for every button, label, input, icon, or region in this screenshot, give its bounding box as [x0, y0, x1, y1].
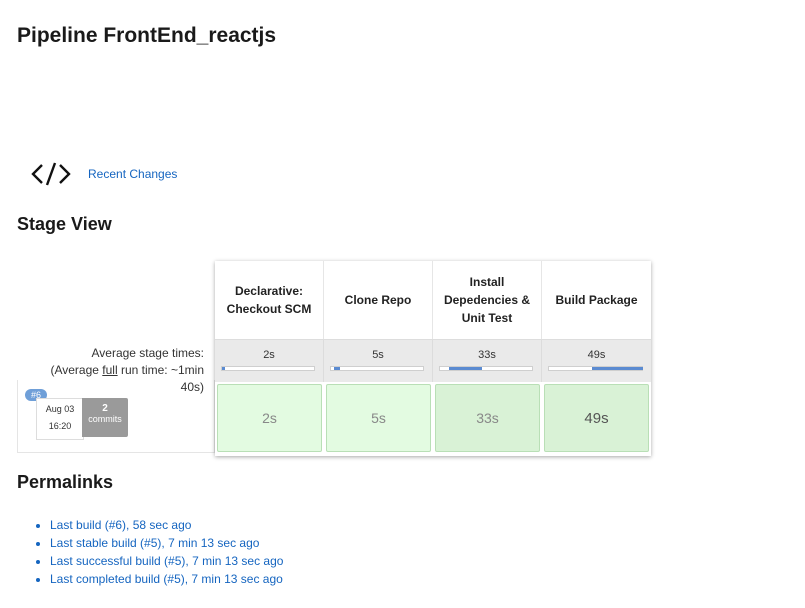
stage-header: Declarative: Checkout SCM	[215, 261, 324, 339]
stage-average-fill	[591, 367, 643, 370]
stage-average-fill	[449, 367, 483, 370]
page-title: Pipeline FrontEnd_reactjs	[17, 24, 277, 47]
permalink[interactable]: Last build (#6), 58 sec ago	[50, 518, 191, 532]
build-stage-row: 2s 5s 33s 49s	[215, 382, 651, 456]
commits-label: commits	[88, 414, 122, 424]
permalink[interactable]: Last completed build (#5), 7 min 13 sec …	[50, 572, 283, 586]
stage-average-bar	[548, 366, 643, 371]
permalink[interactable]: Last stable build (#5), 7 min 13 sec ago	[50, 536, 259, 550]
list-item: Last stable build (#5), 7 min 13 sec ago	[50, 534, 283, 552]
recent-changes: Recent Changes	[30, 160, 177, 188]
permalink[interactable]: Last successful build (#5), 7 min 13 sec…	[50, 554, 283, 568]
build-date-time: 16:20	[48, 421, 72, 431]
list-item: Last completed build (#5), 7 min 13 sec …	[50, 570, 283, 588]
stage-average: 49s	[542, 340, 651, 382]
stage-average-bar	[439, 366, 533, 371]
list-item: Last build (#6), 58 sec ago	[50, 516, 283, 534]
average-times-row: 2s 5s 33s 49s	[215, 339, 651, 382]
avg-label-full: full	[102, 363, 118, 377]
stage-view-title: Stage View	[17, 214, 112, 234]
stage-cell[interactable]: 5s	[326, 384, 431, 452]
stage-average-fill	[222, 367, 225, 370]
recent-changes-link[interactable]: Recent Changes	[88, 167, 177, 181]
stage-average-bar	[330, 366, 424, 371]
avg-label-prefix: (Average	[50, 363, 103, 377]
build-row: #6 Aug 03 16:20 2 commits	[17, 380, 215, 453]
commits-count: 2	[102, 403, 108, 414]
stage-header: Clone Repo	[324, 261, 433, 339]
build-date: Aug 03 16:20	[36, 398, 84, 440]
list-item: Last successful build (#5), 7 min 13 sec…	[50, 552, 283, 570]
avg-label-line2: (Average full run time: ~1min	[50, 362, 204, 379]
stage-average: 2s	[215, 340, 324, 382]
stage-cell[interactable]: 2s	[217, 384, 322, 452]
stage-average: 33s	[433, 340, 542, 382]
stage-header-row: Declarative: Checkout SCM Clone Repo Ins…	[215, 261, 651, 339]
stage-average-time: 33s	[478, 349, 496, 361]
stage-cell[interactable]: 33s	[435, 384, 540, 452]
stage-average-fill	[333, 367, 341, 370]
stage-average-time: 2s	[263, 349, 275, 361]
commits-button[interactable]: 2 commits	[82, 398, 128, 437]
stage-header: Install Depedencies & Unit Test	[433, 261, 542, 339]
stage-average-bar	[221, 366, 315, 371]
build-date-day: Aug 03	[45, 404, 75, 414]
permalinks-title: Permalinks	[17, 472, 114, 492]
avg-label-line1: Average stage times:	[91, 346, 204, 360]
permalinks-list: Last build (#6), 58 sec ago Last stable …	[30, 516, 283, 588]
stage-header: Build Package	[555, 293, 638, 307]
stage-average: 5s	[324, 340, 433, 382]
avg-label-suffix: run time: ~1min	[117, 363, 204, 377]
stage-cell[interactable]: 49s	[544, 384, 649, 452]
code-icon	[31, 162, 71, 186]
stage-average-time: 49s	[587, 349, 606, 361]
stage-average-time: 5s	[372, 349, 384, 361]
stage-view-table: Declarative: Checkout SCM Clone Repo Ins…	[215, 261, 651, 456]
